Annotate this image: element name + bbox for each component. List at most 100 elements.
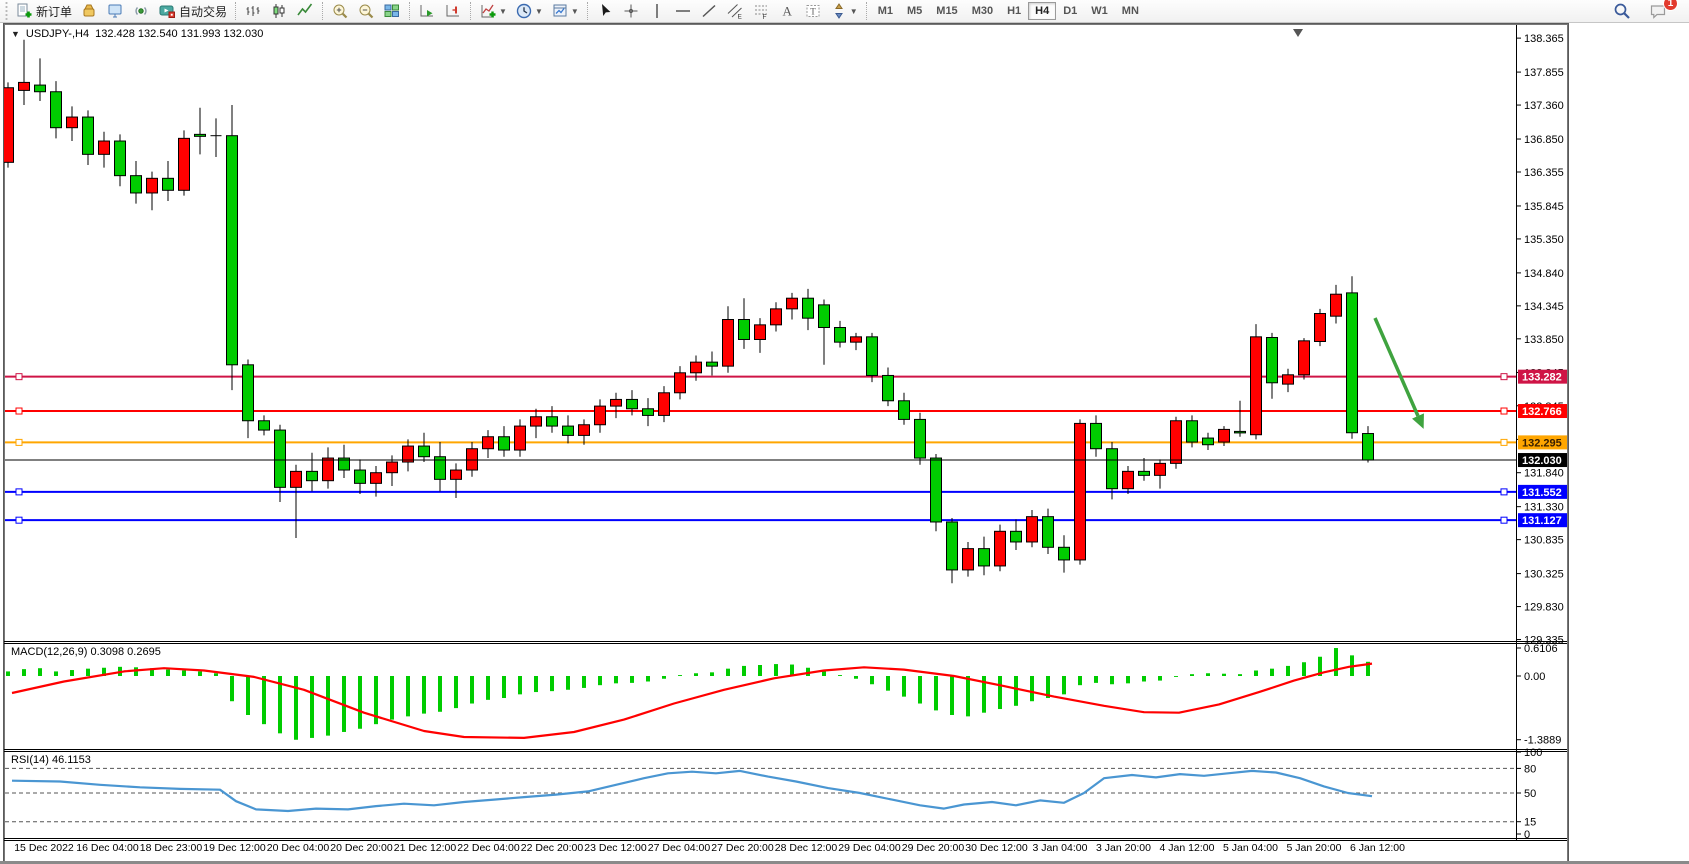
candle-up	[771, 309, 782, 325]
candle-up	[515, 426, 526, 450]
fibonacci-button[interactable]: F	[748, 1, 774, 21]
bar-chart-button[interactable]	[240, 1, 266, 21]
candle-down	[547, 417, 558, 426]
candle-up	[611, 399, 622, 406]
candle-down	[115, 141, 126, 176]
time-axis-label: 29 Dec 20:00	[902, 842, 965, 854]
trendline-button[interactable]	[696, 1, 722, 21]
indicators-button[interactable]: ▼	[475, 1, 511, 21]
timeframe-button-mn[interactable]: MN	[1115, 2, 1146, 20]
zoom-out-icon	[357, 2, 375, 20]
line-handle[interactable]	[1501, 439, 1507, 445]
timeframe-button-d1[interactable]: D1	[1056, 2, 1084, 20]
chart-window[interactable]: 138.365137.855137.360136.850136.355135.8…	[3, 23, 1569, 863]
candle-up	[67, 117, 78, 128]
chevron-down-icon[interactable]: ▼	[499, 7, 507, 16]
candle-up	[995, 531, 1006, 566]
candle-up	[1123, 471, 1134, 488]
horizontal-lines-layer	[5, 374, 1516, 524]
candle-down	[355, 470, 366, 483]
price-tick-label: 136.355	[1524, 167, 1564, 179]
candlestick-chart-button[interactable]	[266, 1, 292, 21]
price-badge-132.030: 132.030	[1518, 453, 1567, 467]
auto-scroll-button[interactable]	[414, 1, 440, 21]
price-badge-text: 131.552	[1522, 487, 1562, 499]
cursor-button[interactable]	[592, 1, 618, 21]
line-handle[interactable]	[16, 439, 22, 445]
candle-down	[1091, 423, 1102, 448]
timeframe-button-h4[interactable]: H4	[1028, 2, 1056, 20]
line-handle[interactable]	[1501, 489, 1507, 495]
candle-down	[835, 328, 846, 343]
candle-down	[243, 365, 254, 421]
candles-layer	[4, 40, 1374, 583]
text-button[interactable]: A	[774, 1, 800, 21]
vertical-line-button[interactable]	[644, 1, 670, 21]
rsi-line	[12, 771, 1372, 811]
price-badge-132.766: 132.766	[1518, 404, 1567, 418]
line-chart-button[interactable]	[292, 1, 318, 21]
price-badge-131.127: 131.127	[1518, 513, 1567, 527]
autotrading-button[interactable]: 自动交易	[154, 1, 231, 21]
periods-button[interactable]: ▼	[511, 1, 547, 21]
zoom-out-button[interactable]	[353, 1, 379, 21]
chevron-down-icon[interactable]: ▼	[850, 7, 858, 16]
line-handle[interactable]	[16, 374, 22, 380]
timeframe-button-h1[interactable]: H1	[1000, 2, 1028, 20]
toolbar-separator	[235, 2, 236, 20]
timeframe-button-m30[interactable]: M30	[965, 2, 1000, 20]
price-badge-text: 131.127	[1522, 515, 1562, 527]
chart-shift-button[interactable]	[440, 1, 466, 21]
price-tick-label: 136.850	[1524, 134, 1564, 146]
timeframe-button-m1[interactable]: M1	[871, 2, 900, 20]
new-order-button-label: 新订单	[36, 3, 72, 20]
signals-button[interactable]	[128, 1, 154, 21]
one-click-trading-toggle-icon[interactable]: ▼	[11, 29, 20, 39]
tile-windows-button[interactable]	[379, 1, 405, 21]
price-tick-label: 131.840	[1524, 468, 1564, 480]
trend-arrow-annotation[interactable]	[1375, 318, 1424, 429]
chevron-down-icon[interactable]: ▼	[571, 7, 579, 16]
crosshair-button[interactable]	[618, 1, 644, 21]
line-handle[interactable]	[1501, 517, 1507, 523]
line-handle[interactable]	[16, 517, 22, 523]
search-button[interactable]	[1609, 1, 1635, 21]
chart-shift-icon	[444, 2, 462, 20]
price-tick-label: 135.350	[1524, 234, 1564, 246]
line-handle[interactable]	[16, 408, 22, 414]
time-axis-label: 19 Dec 12:00	[203, 842, 266, 854]
cursor-icon	[596, 2, 614, 20]
templates-button[interactable]: ▼	[547, 1, 583, 21]
timeframe-button-m15[interactable]: M15	[929, 2, 964, 20]
arrows-button[interactable]: ▼	[826, 1, 862, 21]
horizontal-line-button[interactable]	[670, 1, 696, 21]
vps-button[interactable]	[102, 1, 128, 21]
price-tick-label: 131.330	[1524, 502, 1564, 514]
zoom-in-button[interactable]	[327, 1, 353, 21]
price-chart[interactable]: 138.365137.855137.360136.850136.355135.8…	[4, 24, 1568, 862]
candle-down	[947, 522, 958, 570]
new-order-button[interactable]: 新订单	[11, 1, 76, 21]
market-button[interactable]	[76, 1, 102, 21]
price-badge-text: 132.766	[1522, 406, 1562, 418]
text-label-button[interactable]: T	[800, 1, 826, 21]
timeframe-button-w1[interactable]: W1	[1084, 2, 1115, 20]
candle-up	[371, 473, 382, 484]
line-handle[interactable]	[16, 489, 22, 495]
candle-up	[1299, 341, 1310, 375]
line-handle[interactable]	[1501, 374, 1507, 380]
line-handle[interactable]	[1501, 408, 1507, 414]
candle-up	[579, 425, 590, 436]
time-axis[interactable]: 15 Dec 202216 Dec 04:0018 Dec 23:0019 De…	[14, 842, 1405, 854]
candle-down	[163, 178, 174, 190]
price-tick-label: 137.360	[1524, 100, 1564, 112]
price-badge-133.282: 133.282	[1518, 370, 1567, 384]
candle-down	[883, 375, 894, 400]
candle-up	[755, 325, 766, 340]
equidistant-channel-button[interactable]: E	[722, 1, 748, 21]
timeframe-button-m5[interactable]: M5	[900, 2, 929, 20]
chart-shift-marker-icon[interactable]	[1293, 29, 1303, 37]
chevron-down-icon[interactable]: ▼	[535, 7, 543, 16]
notifications-button[interactable]: 1	[1645, 1, 1671, 21]
candle-up	[19, 82, 30, 90]
